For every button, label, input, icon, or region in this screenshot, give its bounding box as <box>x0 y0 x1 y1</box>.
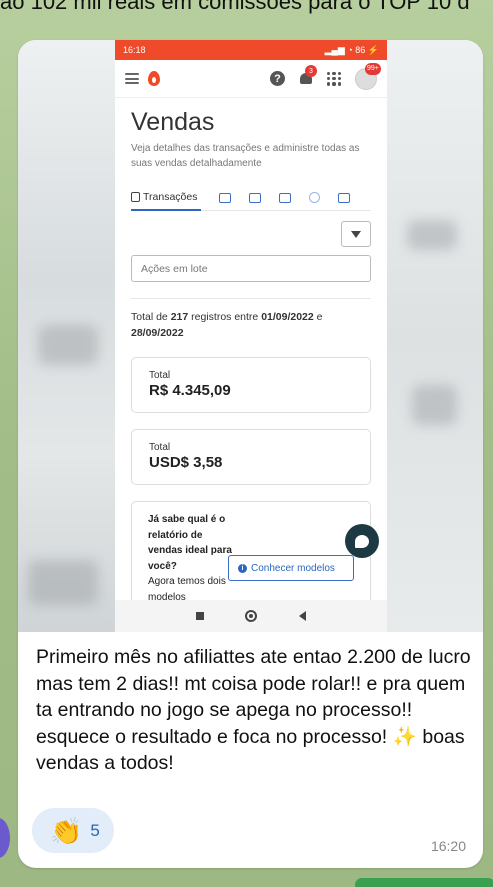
avatar-badge: 99+ <box>365 62 381 75</box>
info-icon: i <box>238 563 247 573</box>
message-bubble[interactable]: 16:18 ▂▄▆ ◔ 86 ⚡ ? 3 99+ Vendas Veja det… <box>18 40 483 868</box>
previous-message-text: ao 102 mil reais em comissões para o TOP… <box>0 0 470 14</box>
status-time: 16:18 <box>123 45 146 55</box>
avatar[interactable]: 99+ <box>355 62 381 90</box>
page-subtitle: Veja detalhes das transações e administr… <box>131 143 360 169</box>
page-title: Vendas <box>131 108 215 136</box>
card-label: Total <box>149 370 171 381</box>
card-label: Total <box>149 442 171 453</box>
logo-icon <box>148 71 160 86</box>
tab-transacoes[interactable]: Transações <box>131 185 202 211</box>
total-usd-card: Total USD$ 3,58 <box>131 429 371 485</box>
promo-card: Já sabe qual é o relatório de vendas ide… <box>131 501 379 611</box>
message-time: 16:20 <box>430 838 466 854</box>
bottom-green-element <box>355 878 493 887</box>
conhecer-modelos-button[interactable]: i Conhecer modelos <box>228 555 354 581</box>
total-brl-card: Total R$ 4.345,09 <box>131 357 371 413</box>
card-value: USD$ 3,58 <box>149 454 223 471</box>
mail-icon[interactable] <box>279 192 292 203</box>
battery-indicator: ▂▄▆ ◔ 86 ⚡ <box>324 44 379 55</box>
filter-icon <box>351 230 361 238</box>
notification-badge: 3 <box>305 65 317 77</box>
android-nav-bar <box>115 600 387 632</box>
promo-question: Já sabe qual é o relatório de vendas ide… <box>148 514 232 603</box>
blurred-background-left <box>18 40 115 632</box>
copy-icon <box>131 191 140 202</box>
status-bar: 16:18 ▂▄▆ ◔ 86 ⚡ <box>115 40 387 60</box>
tab-bar: Transações <box>131 185 371 211</box>
ticket-icon[interactable] <box>249 192 262 203</box>
clap-icon: 👏 <box>50 815 83 846</box>
help-icon[interactable]: ? <box>270 71 285 86</box>
apps-grid-icon[interactable] <box>327 71 341 86</box>
card-value: R$ 4.345,09 <box>149 382 231 399</box>
reaction-count: 5 <box>90 820 100 840</box>
chat-widget-icon[interactable] <box>345 524 379 558</box>
message-image[interactable]: 16:18 ▂▄▆ ◔ 86 ⚡ ? 3 99+ Vendas Veja det… <box>18 40 483 632</box>
question-icon[interactable] <box>309 192 321 203</box>
reaction-chip[interactable]: 👏 5 <box>32 808 114 853</box>
bell-icon[interactable]: 3 <box>299 65 317 86</box>
back-icon[interactable] <box>299 611 307 621</box>
menu-icon[interactable] <box>125 73 139 84</box>
app-bar: ? 3 99+ <box>115 60 387 98</box>
divider <box>131 298 371 299</box>
home-icon[interactable] <box>245 610 258 622</box>
card-icon[interactable] <box>338 192 351 203</box>
cart-icon[interactable] <box>219 192 232 203</box>
batch-actions-select[interactable]: Ações em lote <box>131 255 371 282</box>
message-text: Primeiro mês no afiliattes ate entao 2.2… <box>36 646 471 774</box>
filter-button[interactable] <box>341 221 371 247</box>
recent-apps-icon[interactable] <box>195 612 204 620</box>
records-summary: Total de 217 registros entre 01/09/2022 … <box>131 311 323 339</box>
phone-screenshot: 16:18 ▂▄▆ ◔ 86 ⚡ ? 3 99+ Vendas Veja det… <box>115 40 387 632</box>
blurred-background-right <box>387 40 483 632</box>
